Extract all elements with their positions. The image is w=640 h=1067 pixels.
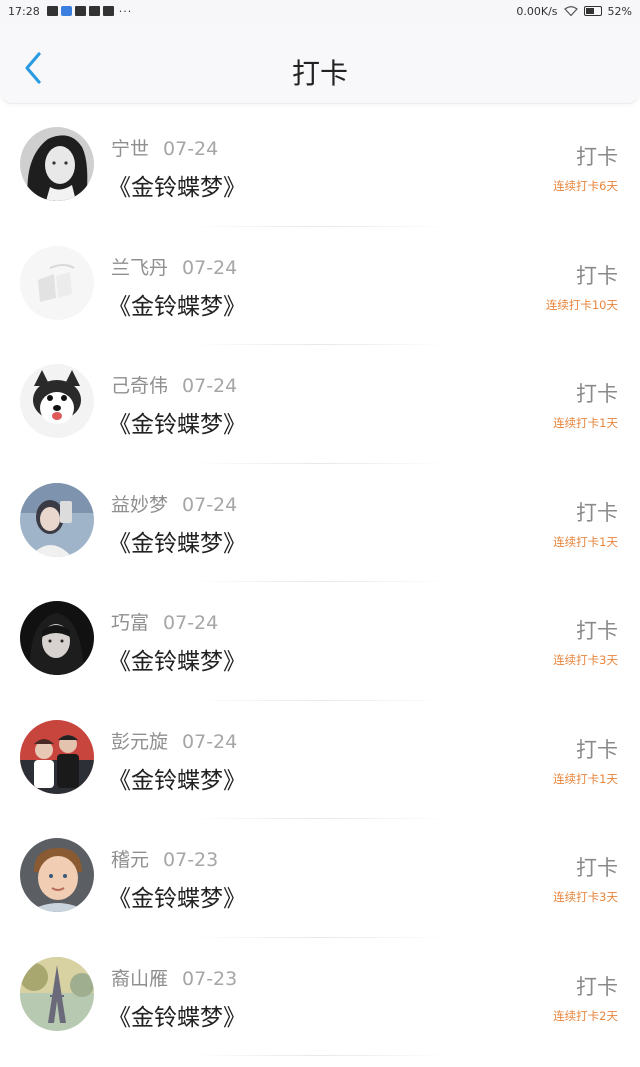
checkin-label: 打卡 [576, 263, 618, 288]
list-item[interactable]: 益妙梦 07-24 《金铃蝶梦》 打卡 连续打卡1天 [0, 464, 640, 582]
streak-badge: 连续打卡1天 [553, 771, 618, 786]
checkin-label: 打卡 [576, 856, 618, 880]
streak-badge: 连续打卡6天 [553, 179, 618, 193]
streak-badge: 连续打卡10天 [545, 297, 618, 312]
checkin-label: 打卡 [576, 500, 618, 525]
more-notifications-icon: ··· [118, 4, 133, 18]
book-title[interactable]: 《金铃蝶梦》 [108, 642, 246, 676]
user-name[interactable]: 巧富 [111, 612, 149, 634]
user-meta: 益妙梦 07-24 [111, 490, 237, 517]
notification-icon [88, 6, 100, 16]
battery-percent: 52% [607, 4, 632, 18]
avatar-husky-dog[interactable] [20, 364, 94, 438]
checkin-date: 07-24 [163, 138, 219, 160]
user-name[interactable]: 兰飞丹 [111, 257, 168, 279]
list-item[interactable]: 巧富 07-24 《金铃蝶梦》 打卡 连续打卡3天 [0, 582, 640, 701]
book-title[interactable]: 《金铃蝶梦》 [108, 168, 246, 202]
user-meta: 稽元 07-23 [111, 845, 218, 872]
user-name[interactable]: 彭元旋 [111, 731, 168, 753]
user-name[interactable]: 益妙梦 [111, 494, 168, 516]
app-notification-icon [60, 6, 72, 16]
streak-badge: 连续打卡3天 [553, 653, 618, 667]
avatar-couple-photo[interactable] [20, 719, 94, 794]
divider [190, 1055, 450, 1056]
streak-badge: 连续打卡2天 [553, 1008, 618, 1023]
status-time: 17:28 [8, 4, 40, 18]
user-name[interactable]: 宁世 [111, 138, 149, 160]
list-item[interactable]: 彭元旋 07-24 《金铃蝶梦》 打卡 连续打卡1天 [0, 701, 640, 819]
user-meta: 彭元旋 07-24 [111, 727, 237, 754]
streak-badge: 连续打卡1天 [553, 416, 618, 430]
page-title: 打卡 [291, 57, 348, 90]
list-item[interactable]: 宁世 07-24 《金铃蝶梦》 打卡 连续打卡6天 [0, 108, 640, 227]
checkin-label: 打卡 [576, 619, 618, 643]
user-name[interactable]: 裔山雁 [111, 968, 168, 990]
checkin-label: 打卡 [576, 382, 618, 406]
wifi-icon [563, 6, 578, 16]
checkin-list: 宁世 07-24 《金铃蝶梦》 打卡 连续打卡6天 兰飞丹 07-24 《金铃蝶梦》… [0, 108, 640, 1056]
avatar-woman-dark-hair-bw[interactable] [20, 127, 94, 201]
notification-icon [74, 6, 86, 16]
book-title[interactable]: 《金铃蝶梦》 [108, 405, 246, 439]
checkin-date: 07-23 [182, 967, 238, 990]
list-item[interactable]: 裔山雁 07-23 《金铃蝶梦》 打卡 连续打卡2天 [0, 938, 640, 1056]
list-item[interactable]: 己奇伟 07-24 《金铃蝶梦》 打卡 连续打卡1天 [0, 345, 640, 464]
avatar-eiffel-tower[interactable] [20, 956, 94, 1031]
user-name[interactable]: 己奇伟 [111, 375, 168, 397]
battery-icon [583, 6, 602, 16]
checkin-date: 07-24 [182, 256, 238, 279]
user-meta: 己奇伟 07-24 [111, 371, 237, 398]
user-meta: 兰飞丹 07-24 [111, 253, 237, 280]
app-header: 打卡 [0, 22, 640, 104]
streak-badge: 连续打卡1天 [553, 534, 618, 549]
status-bar: 17:28 ··· 0.00K/s 52% [0, 0, 640, 22]
list-item[interactable]: 兰飞丹 07-24 《金铃蝶梦》 打卡 连续打卡10天 [0, 227, 640, 345]
streak-badge: 连续打卡3天 [553, 890, 618, 904]
avatar-dark-portrait[interactable] [20, 601, 94, 675]
network-speed: 0.00K/s [516, 4, 558, 18]
user-meta: 巧富 07-24 [111, 608, 218, 635]
checkin-date: 07-24 [182, 730, 238, 753]
checkin-date: 07-24 [182, 375, 238, 397]
book-title[interactable]: 《金铃蝶梦》 [108, 761, 246, 795]
checkin-label: 打卡 [576, 974, 618, 999]
user-meta: 裔山雁 07-23 [111, 964, 237, 991]
status-left: 17:28 ··· [8, 5, 132, 18]
book-title[interactable]: 《金铃蝶梦》 [108, 998, 246, 1032]
notification-icon [46, 6, 58, 16]
checkin-date: 07-24 [163, 612, 219, 634]
checkin-date: 07-23 [163, 849, 219, 871]
user-name[interactable]: 稽元 [111, 849, 149, 871]
notification-icon [102, 6, 114, 16]
checkin-date: 07-24 [182, 493, 238, 516]
avatar-boy-portrait[interactable] [20, 838, 94, 912]
checkin-label: 打卡 [576, 145, 618, 169]
status-right: 0.00K/s 52% [516, 5, 632, 18]
list-item[interactable]: 稽元 07-23 《金铃蝶梦》 打卡 连续打卡3天 [0, 819, 640, 938]
checkin-label: 打卡 [576, 737, 618, 762]
book-title[interactable]: 《金铃蝶梦》 [108, 879, 246, 913]
avatar-white-abstract[interactable] [20, 245, 94, 320]
book-title[interactable]: 《金铃蝶梦》 [108, 287, 246, 321]
avatar-selfie-girl[interactable] [20, 482, 94, 557]
user-meta: 宁世 07-24 [111, 134, 218, 161]
book-title[interactable]: 《金铃蝶梦》 [108, 524, 246, 558]
